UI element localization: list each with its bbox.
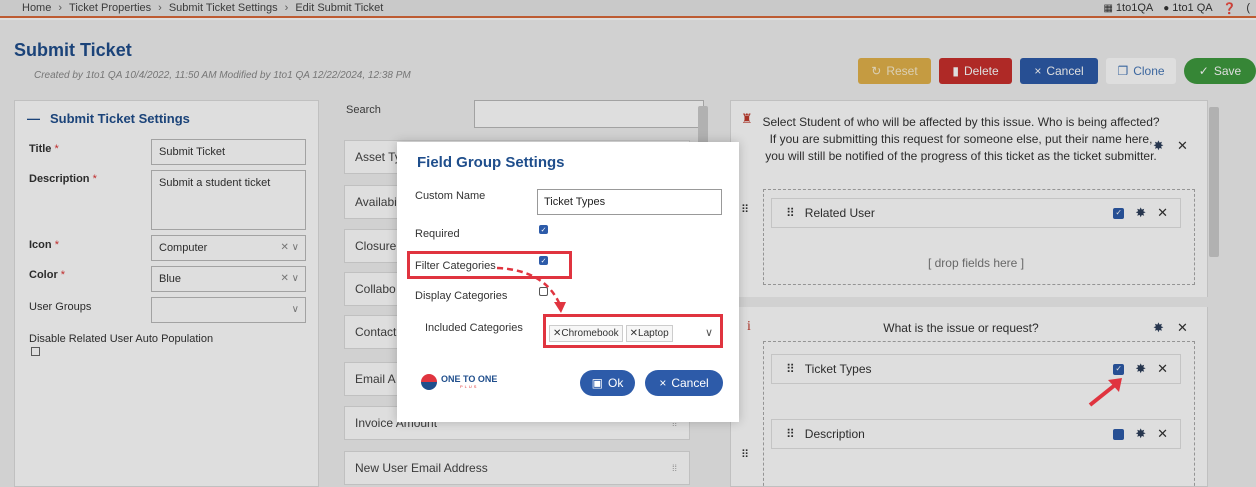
modal-cancel-button[interactable]: × Cancel [645,370,723,396]
logo-text: ONE TO ONE [441,374,498,384]
logo-icon [421,374,437,390]
included-categories-label: Included Categories [425,322,523,334]
display-categories-label: Display Categories [415,290,508,302]
required-checkbox[interactable]: ✓ [539,225,548,234]
field-group-settings-modal: Field Group Settings Custom Name Ticket … [397,142,739,422]
modal-title: Field Group Settings [417,154,565,171]
company-logo: ONE TO ONE PLUS [421,374,497,390]
display-categories-checkbox[interactable] [539,287,548,296]
custom-name-input[interactable]: Ticket Types [537,189,722,215]
required-label: Required [415,228,460,240]
close-icon: × [659,376,667,390]
save-icon: ▣ [591,376,603,390]
highlight-included-categories [543,314,723,348]
ok-button[interactable]: ▣ Ok [580,370,635,396]
highlight-filter-categories [407,251,572,279]
custom-name-label: Custom Name [415,190,486,202]
logo-subtext: PLUS [459,384,479,389]
